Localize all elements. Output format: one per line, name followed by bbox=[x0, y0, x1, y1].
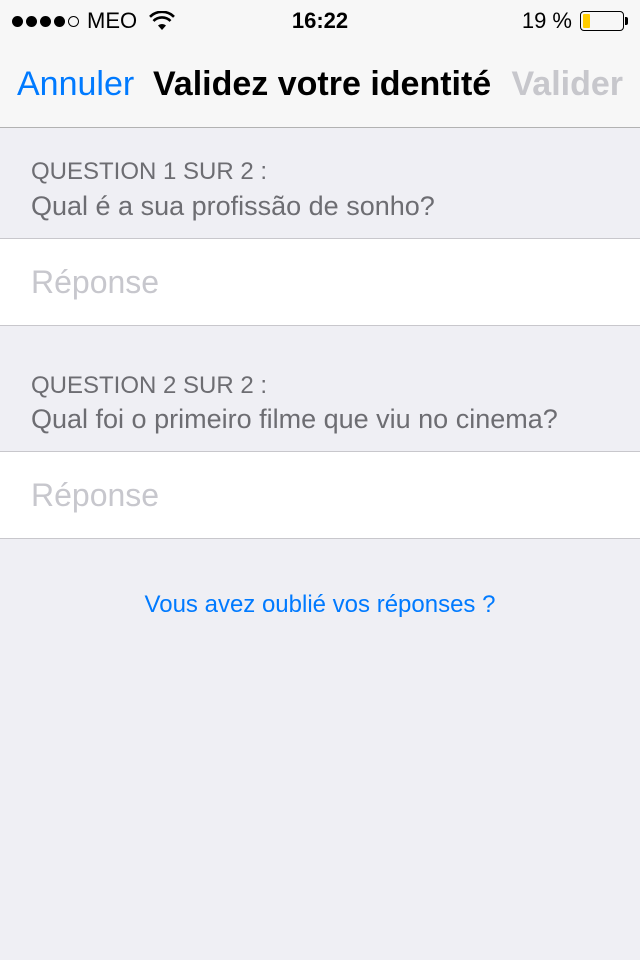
validate-button[interactable]: Valider bbox=[511, 64, 623, 104]
question-2-header: QUESTION 2 SUR 2 : bbox=[31, 372, 268, 399]
answer-1-cell bbox=[0, 238, 640, 326]
battery-level bbox=[583, 14, 590, 28]
page-title: Validez votre identité bbox=[153, 65, 492, 103]
battery-percent: 19 % bbox=[521, 8, 572, 33]
status-right: 19 % bbox=[522, 8, 628, 34]
answer-2-cell bbox=[0, 451, 640, 539]
answer-1-input[interactable] bbox=[31, 239, 621, 325]
status-bar: MEO 16:22 19 % bbox=[0, 0, 640, 40]
question-1-text: Qual é a sua profissão de sonho? bbox=[31, 191, 435, 221]
battery-icon bbox=[580, 11, 624, 31]
answer-2-input[interactable] bbox=[31, 452, 621, 538]
question-2-text: Qual foi o primeiro filme que viu no cin… bbox=[31, 404, 558, 434]
question-1-header: QUESTION 1 SUR 2 : bbox=[31, 158, 268, 185]
forgot-answers-link[interactable]: Vous avez oublié vos réponses ? bbox=[0, 590, 640, 620]
cancel-button[interactable]: Annuler bbox=[17, 64, 134, 104]
battery-tip-icon bbox=[625, 17, 628, 25]
navigation-bar: Annuler Validez votre identité Valider bbox=[0, 40, 640, 128]
